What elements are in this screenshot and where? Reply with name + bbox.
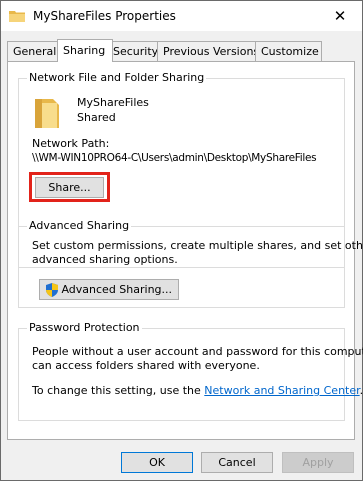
network-path-value: \\WM-WIN10PRO64-C\Users\admin\Desktop\My… (32, 152, 317, 164)
tab-previous-versions[interactable]: Previous Versions (157, 41, 261, 61)
network-sharing-center-link[interactable]: Network and Sharing Center (204, 384, 359, 397)
sharing-panel: Network File and Folder Sharing MyShareF… (7, 61, 363, 440)
folder-icon (35, 99, 59, 128)
password-protection-description-2: can access folders shared with everyone. (32, 359, 260, 372)
password-protection-title: Password Protection (27, 321, 142, 334)
tab-customize[interactable]: Customize (255, 41, 322, 61)
password-protection-group: Password Protection People without a use… (18, 321, 363, 421)
password-protection-description-1: People without a user account and passwo… (32, 345, 363, 358)
network-sharing-title: Network File and Folder Sharing (27, 71, 207, 84)
properties-dialog: MyShareFiles Properties ✕ General Sharin… (0, 0, 363, 481)
tab-security[interactable]: Security (107, 41, 163, 61)
folder-status: Shared (77, 111, 116, 124)
share-button[interactable]: Share... (35, 177, 104, 198)
folder-name: MyShareFiles (77, 96, 149, 109)
advanced-sharing-description-1: Set custom permissions, create multiple … (32, 239, 363, 252)
advanced-sharing-title: Advanced Sharing (27, 219, 132, 232)
cancel-button[interactable]: Cancel (201, 452, 273, 473)
tab-strip: General Sharing Security Previous Versio… (7, 39, 356, 62)
window-title: MyShareFiles Properties (33, 9, 176, 23)
advanced-sharing-group: Advanced Sharing Set custom permissions,… (18, 219, 363, 308)
tab-sharing[interactable]: Sharing (57, 39, 113, 62)
apply-button[interactable]: Apply (282, 452, 354, 473)
network-path-label: Network Path: (32, 137, 110, 150)
advanced-sharing-button[interactable]: Advanced Sharing... (39, 279, 179, 300)
change-setting-text: To change this setting, use the Network … (32, 384, 363, 397)
uac-shield-icon (45, 283, 58, 297)
folder-icon (9, 11, 25, 22)
close-icon: ✕ (333, 7, 347, 25)
title-bar: MyShareFiles Properties ✕ (1, 1, 362, 31)
close-button[interactable]: ✕ (318, 1, 362, 31)
tab-general[interactable]: General (7, 41, 63, 61)
ok-button[interactable]: OK (121, 452, 193, 473)
advanced-sharing-description-2: advanced sharing options. (32, 253, 178, 266)
